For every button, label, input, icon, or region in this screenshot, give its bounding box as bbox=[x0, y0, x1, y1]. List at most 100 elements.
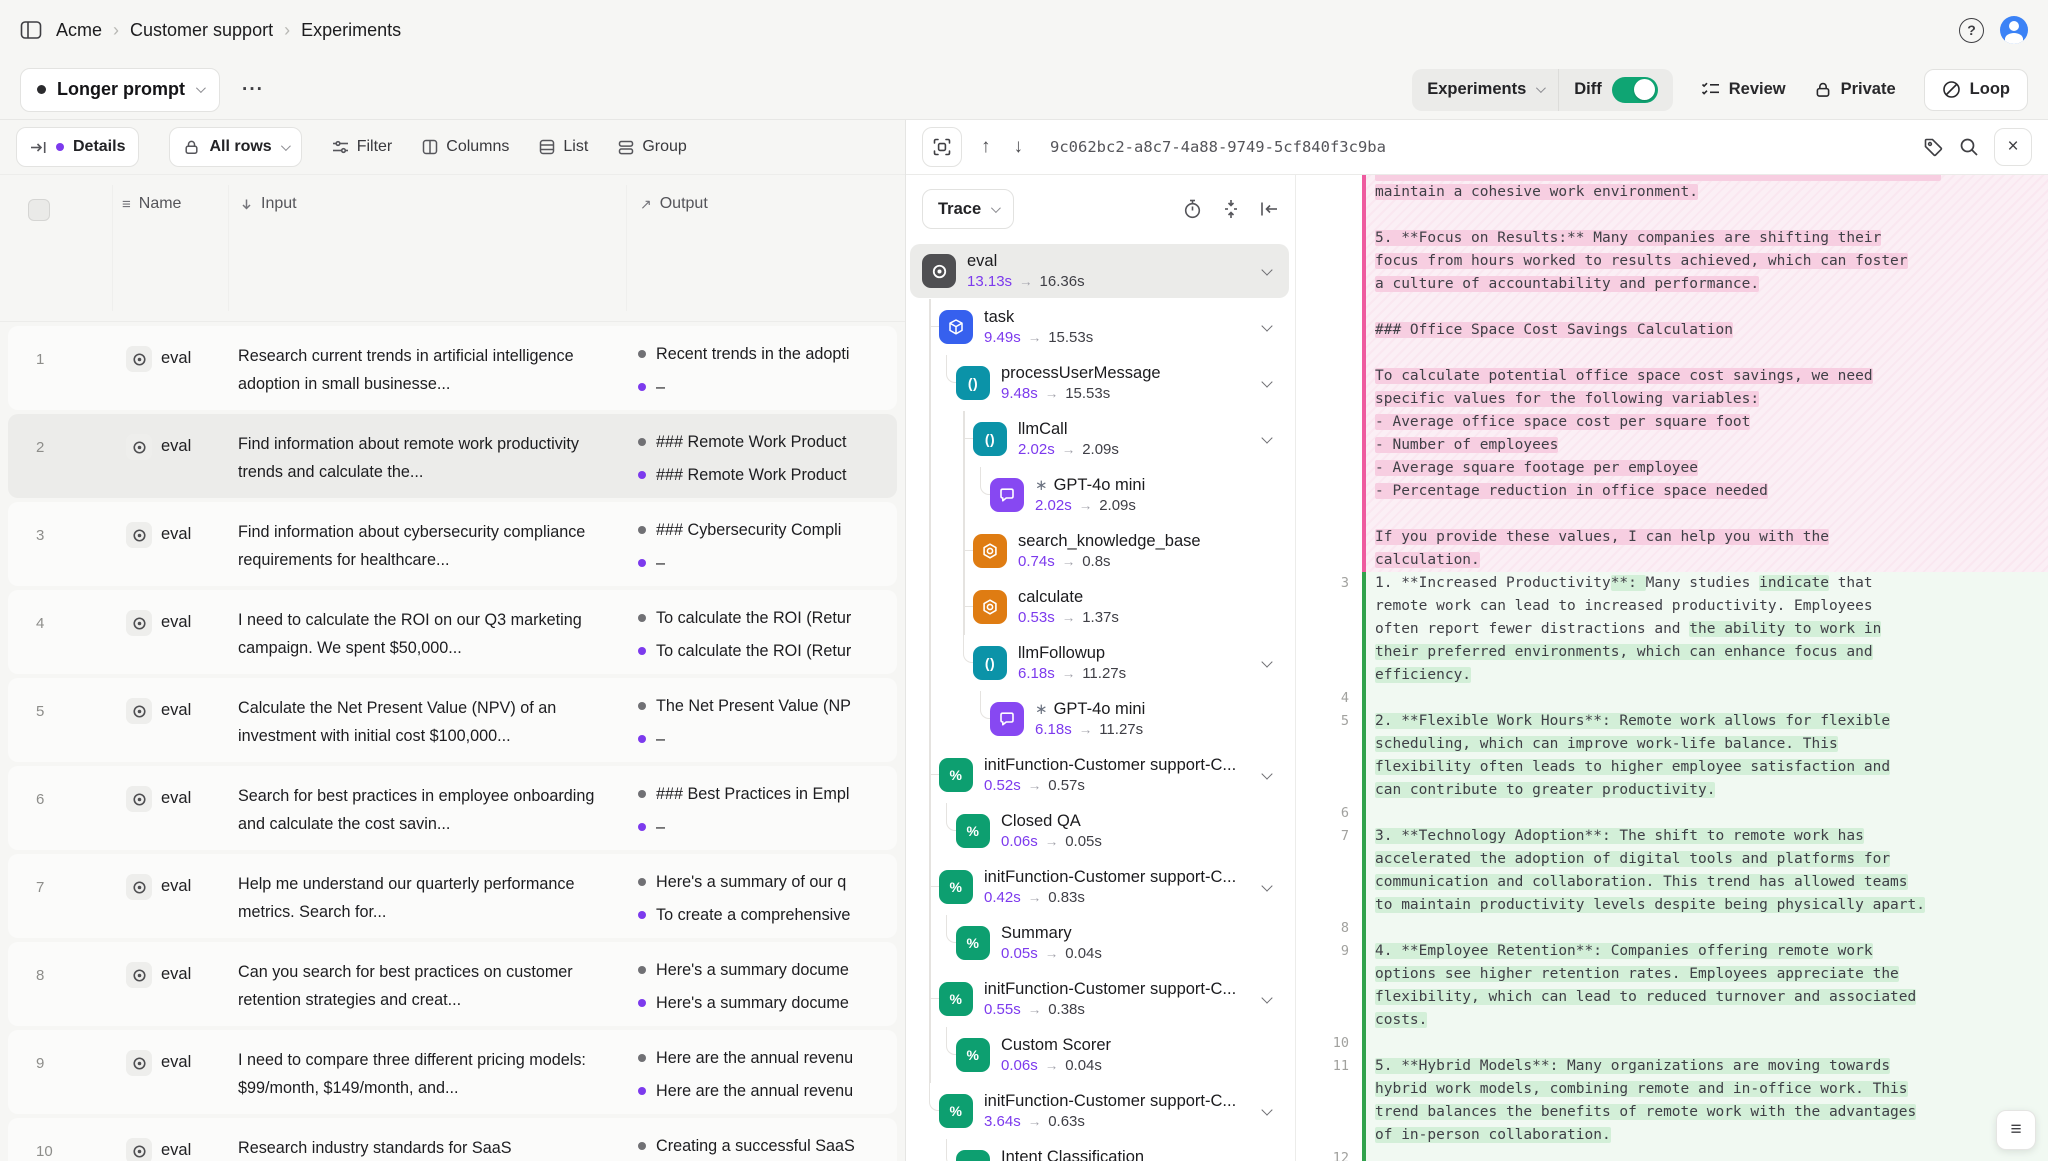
table-row[interactable]: 2evalFind information about remote work … bbox=[8, 414, 897, 498]
diff-toggle[interactable] bbox=[1612, 77, 1658, 103]
collapse-panel-button[interactable] bbox=[1260, 201, 1279, 217]
rows-filter-button[interactable]: All rows bbox=[169, 127, 301, 167]
review-button[interactable]: Review bbox=[1701, 80, 1786, 99]
trace-span-row[interactable]: eval13.13s→16.36s bbox=[906, 243, 1295, 299]
arrow-right-icon: → bbox=[1045, 944, 1059, 964]
chevron-down-icon[interactable] bbox=[1261, 432, 1272, 443]
table-row[interactable]: 8evalCan you search for best practices o… bbox=[8, 942, 897, 1026]
row-number: 2 bbox=[8, 414, 126, 498]
details-button[interactable]: Details bbox=[16, 127, 139, 167]
chevron-down-icon[interactable] bbox=[1261, 880, 1272, 891]
span-name: initFunction-Customer support-C... bbox=[984, 867, 1236, 888]
divider bbox=[228, 185, 229, 311]
row-number: 6 bbox=[8, 766, 126, 850]
breadcrumb-project[interactable]: Customer support bbox=[130, 20, 273, 41]
line-number bbox=[1296, 1009, 1362, 1032]
trace-span-row[interactable]: %initFunction-Customer support-C...0.42s… bbox=[906, 859, 1295, 915]
table-row[interactable]: 10evalResearch industry standards for Sa… bbox=[8, 1118, 897, 1161]
column-header-label: Output bbox=[660, 195, 708, 213]
baseline-duration: 0.52s bbox=[984, 776, 1021, 796]
trace-span-row[interactable]: %Closed QA0.06s→0.05s bbox=[906, 803, 1295, 859]
span-info: eval13.13s→16.36s bbox=[967, 251, 1085, 292]
trace-span-row[interactable]: %initFunction-Customer support-C...3.64s… bbox=[906, 1083, 1295, 1139]
table-body: 1evalResearch current trends in artifici… bbox=[0, 322, 905, 1161]
row-input: Research industry standards for SaaS bbox=[238, 1118, 638, 1161]
private-button[interactable]: Private bbox=[1814, 80, 1896, 99]
chevron-down-icon[interactable] bbox=[1261, 768, 1272, 779]
trace-view-selector[interactable]: Trace bbox=[922, 189, 1014, 229]
span-info: Intent Classification0.13s→0.08s bbox=[1001, 1147, 1144, 1161]
list-button[interactable]: List bbox=[539, 138, 588, 156]
baseline-dot bbox=[638, 1054, 646, 1062]
trace-span-row[interactable]: ()processUserMessage9.48s→15.53s bbox=[906, 355, 1295, 411]
table-row[interactable]: 1evalResearch current trends in artifici… bbox=[8, 326, 897, 410]
close-panel-button[interactable]: × bbox=[1994, 128, 2032, 166]
chevron-down-icon[interactable] bbox=[1261, 376, 1272, 387]
lock-icon bbox=[183, 139, 200, 156]
trace-span-row[interactable]: search_knowledge_base0.74s→0.8s bbox=[906, 523, 1295, 579]
breadcrumb-section[interactable]: Experiments bbox=[301, 20, 401, 41]
baseline-dot bbox=[638, 966, 646, 974]
trace-span-row[interactable]: ()llmFollowup6.18s→11.27s bbox=[906, 635, 1295, 691]
trace-span-row[interactable]: ∗GPT-4o mini2.02s→2.09s bbox=[906, 467, 1295, 523]
arrow-down-icon bbox=[240, 198, 253, 211]
view-selector[interactable]: Experiments bbox=[1412, 80, 1558, 99]
chevron-down-icon[interactable] bbox=[1261, 656, 1272, 667]
span-name: Closed QA bbox=[1001, 811, 1102, 832]
comparison-dot bbox=[638, 471, 646, 479]
expand-trace-button[interactable] bbox=[922, 127, 962, 167]
chevron-down-icon[interactable] bbox=[1261, 992, 1272, 1003]
search-button[interactable] bbox=[1959, 137, 1979, 157]
next-row-button[interactable]: ↓ bbox=[1010, 136, 1028, 158]
column-header-name[interactable]: ≡ Name bbox=[122, 195, 181, 213]
column-header-output[interactable]: ↗ Output bbox=[640, 195, 708, 213]
table-row[interactable]: 5evalCalculate the Net Present Value (NP… bbox=[8, 678, 897, 762]
breadcrumb-org[interactable]: Acme bbox=[56, 20, 102, 41]
row-name: eval bbox=[161, 962, 191, 984]
percent-span-icon: % bbox=[956, 926, 990, 960]
more-options-button[interactable]: ··· bbox=[242, 79, 264, 101]
comparison-dot bbox=[638, 735, 646, 743]
paren-span-icon: () bbox=[973, 646, 1007, 680]
row-output: Here are the annual revenuHere are the a… bbox=[638, 1030, 897, 1114]
table-row[interactable]: 3evalFind information about cybersecurit… bbox=[8, 502, 897, 586]
chevron-down-icon[interactable] bbox=[1261, 1104, 1272, 1115]
tag-button[interactable] bbox=[1923, 137, 1944, 158]
trace-span-row[interactable]: % Intent Classification0.13s→0.08s bbox=[906, 1139, 1295, 1161]
arrow-right-icon: → bbox=[1079, 720, 1093, 740]
line-number: 9 bbox=[1296, 940, 1362, 963]
filter-button[interactable]: Filter bbox=[332, 138, 393, 156]
trace-span-row[interactable]: %Summary0.05s→0.04s bbox=[906, 915, 1295, 971]
checklist-icon bbox=[1701, 81, 1720, 98]
loop-button[interactable]: Loop bbox=[1924, 69, 2028, 111]
trace-span-row[interactable]: %Custom Scorer0.06s→0.04s bbox=[906, 1027, 1295, 1083]
trace-span-row[interactable]: %initFunction-Customer support-C...0.55s… bbox=[906, 971, 1295, 1027]
row-name-cell: eval bbox=[126, 678, 238, 762]
trace-span-row[interactable]: ()llmCall2.02s→2.09s bbox=[906, 411, 1295, 467]
trace-span-row[interactable]: ∗GPT-4o mini6.18s→11.27s bbox=[906, 691, 1295, 747]
columns-button[interactable]: Columns bbox=[422, 138, 509, 156]
comparison-dot bbox=[638, 559, 646, 567]
previous-row-button[interactable]: ↑ bbox=[977, 136, 995, 158]
sidebar-toggle-icon[interactable] bbox=[20, 20, 42, 40]
timing-toggle-button[interactable] bbox=[1183, 199, 1202, 219]
trace-span-row[interactable]: %initFunction-Customer support-C...0.52s… bbox=[906, 747, 1295, 803]
table-row[interactable]: 7evalHelp me understand our quarterly pe… bbox=[8, 854, 897, 938]
table-row[interactable]: 4evalI need to calculate the ROI on our … bbox=[8, 590, 897, 674]
experiment-selector[interactable]: Longer prompt bbox=[20, 68, 220, 112]
span-durations: 9.48s→15.53s bbox=[1001, 384, 1161, 404]
help-icon[interactable]: ? bbox=[1959, 18, 1984, 43]
avatar[interactable] bbox=[2000, 16, 2028, 44]
table-row[interactable]: 9evalI need to compare three different p… bbox=[8, 1030, 897, 1114]
chevron-down-icon[interactable] bbox=[1261, 320, 1272, 331]
fit-view-button[interactable] bbox=[1223, 199, 1239, 219]
trace-span-row[interactable]: task9.49s→15.53s bbox=[906, 299, 1295, 355]
table-row[interactable]: 6evalSearch for best practices in employ… bbox=[8, 766, 897, 850]
percent-span-icon: % bbox=[956, 1150, 990, 1161]
diff-outline-button[interactable]: ≡ bbox=[1996, 1110, 2036, 1150]
select-all-checkbox[interactable] bbox=[28, 199, 50, 221]
trace-span-row[interactable]: calculate0.53s→1.37s bbox=[906, 579, 1295, 635]
baseline-duration: 0.55s bbox=[984, 1000, 1021, 1020]
column-header-input[interactable]: Input bbox=[240, 195, 297, 213]
group-button[interactable]: Group bbox=[618, 138, 686, 156]
